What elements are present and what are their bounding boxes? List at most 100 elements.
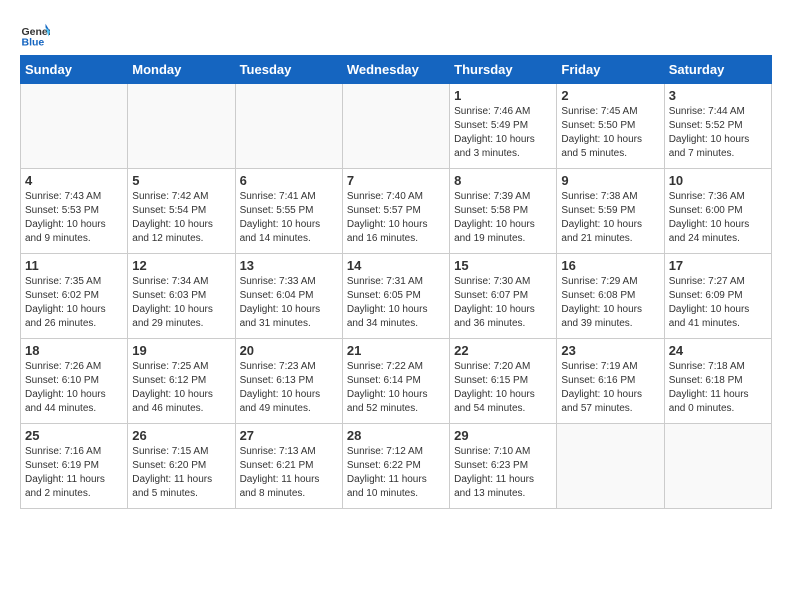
calendar-week-1: 1Sunrise: 7:46 AM Sunset: 5:49 PM Daylig… (21, 84, 772, 169)
day-number: 19 (132, 343, 230, 358)
day-number: 18 (25, 343, 123, 358)
calendar-cell: 16 Sunrise: 7:29 AM Sunset: 6:08 PM Dayli… (557, 254, 664, 339)
day-number: 22 (454, 343, 552, 358)
day-number: 10 (669, 173, 767, 188)
weekday-header-monday: Monday (128, 56, 235, 84)
day-number: 14 (347, 258, 445, 273)
day-number: 23 (561, 343, 659, 358)
day-number: 8 (454, 173, 552, 188)
calendar-cell: 23 Sunrise: 7:19 AM Sunset: 6:16 PM Dayli… (557, 339, 664, 424)
calendar-cell: 8 Sunrise: 7:39 AM Sunset: 5:58 PM Daylig… (450, 169, 557, 254)
calendar-cell: 5 Sunrise: 7:42 AM Sunset: 5:54 PM Daylig… (128, 169, 235, 254)
calendar-cell: 19 Sunrise: 7:25 AM Sunset: 6:12 PM Dayli… (128, 339, 235, 424)
calendar-cell: 2Sunrise: 7:45 AM Sunset: 5:50 PM Daylig… (557, 84, 664, 169)
day-info: Sunrise: 7:15 AM Sunset: 6:20 PM Dayligh… (132, 445, 230, 501)
day-info: Sunrise: 7:40 AM Sunset: 5:57 PM Dayligh… (347, 190, 445, 246)
calendar-cell: 20Sunrise: 7:23 AM Sunset: 6:13 PM Dayli… (235, 339, 342, 424)
day-info: Sunrise: 7:27 AM Sunset: 6:09 PM Dayligh… (669, 275, 767, 331)
day-info: Sunrise: 7:29 AM Sunset: 6:08 PM Dayligh… (561, 275, 659, 331)
calendar-cell: 22 Sunrise: 7:20 AM Sunset: 6:15 PM Dayli… (450, 339, 557, 424)
day-number: 27 (240, 428, 338, 443)
day-number: 16 (561, 258, 659, 273)
day-number: 24 (669, 343, 767, 358)
day-number: 17 (669, 258, 767, 273)
calendar-cell: 28 Sunrise: 7:12 AM Sunset: 6:22 PM Dayli… (342, 424, 449, 509)
calendar-cell: 10 Sunrise: 7:36 AM Sunset: 6:00 PM Dayli… (664, 169, 771, 254)
day-number: 20 (240, 343, 338, 358)
calendar-cell (235, 84, 342, 169)
day-number: 12 (132, 258, 230, 273)
day-number: 28 (347, 428, 445, 443)
day-number: 4 (25, 173, 123, 188)
calendar-cell: 27 Sunrise: 7:13 AM Sunset: 6:21 PM Dayli… (235, 424, 342, 509)
calendar-cell: 13 Sunrise: 7:33 AM Sunset: 6:04 PM Dayli… (235, 254, 342, 339)
calendar-cell: 21 Sunrise: 7:22 AM Sunset: 6:14 PM Dayli… (342, 339, 449, 424)
calendar-cell (128, 84, 235, 169)
calendar-cell: 3 Sunrise: 7:44 AM Sunset: 5:52 PM Daylig… (664, 84, 771, 169)
calendar-cell: 9 Sunrise: 7:38 AM Sunset: 5:59 PM Daylig… (557, 169, 664, 254)
day-info: Sunrise: 7:39 AM Sunset: 5:58 PM Dayligh… (454, 190, 552, 246)
day-number: 25 (25, 428, 123, 443)
logo-icon: General Blue (20, 20, 50, 50)
day-number: 9 (561, 173, 659, 188)
weekday-header-saturday: Saturday (664, 56, 771, 84)
day-info: Sunrise: 7:19 AM Sunset: 6:16 PM Dayligh… (561, 360, 659, 416)
day-info: Sunrise: 7:35 AM Sunset: 6:02 PM Dayligh… (25, 275, 123, 331)
calendar-cell: 6 Sunrise: 7:41 AM Sunset: 5:55 PM Daylig… (235, 169, 342, 254)
logo: General Blue (20, 20, 54, 50)
day-info: Sunrise: 7:10 AM Sunset: 6:23 PM Dayligh… (454, 445, 552, 501)
day-info: Sunrise: 7:36 AM Sunset: 6:00 PM Dayligh… (669, 190, 767, 246)
calendar-cell: 14 Sunrise: 7:31 AM Sunset: 6:05 PM Dayli… (342, 254, 449, 339)
day-info: Sunrise: 7:16 AM Sunset: 6:19 PM Dayligh… (25, 445, 123, 501)
day-number: 21 (347, 343, 445, 358)
calendar-week-2: 4 Sunrise: 7:43 AM Sunset: 5:53 PM Daylig… (21, 169, 772, 254)
calendar-cell: 1Sunrise: 7:46 AM Sunset: 5:49 PM Daylig… (450, 84, 557, 169)
day-info: Sunrise: 7:42 AM Sunset: 5:54 PM Dayligh… (132, 190, 230, 246)
day-number: 2 (561, 88, 659, 103)
calendar-cell: 11 Sunrise: 7:35 AM Sunset: 6:02 PM Dayli… (21, 254, 128, 339)
day-number: 3 (669, 88, 767, 103)
day-number: 5 (132, 173, 230, 188)
day-info: Sunrise: 7:26 AM Sunset: 6:10 PM Dayligh… (25, 360, 123, 416)
day-info: Sunrise: 7:34 AM Sunset: 6:03 PM Dayligh… (132, 275, 230, 331)
calendar-cell: 18 Sunrise: 7:26 AM Sunset: 6:10 PM Dayli… (21, 339, 128, 424)
weekday-header-row: SundayMondayTuesdayWednesdayThursdayFrid… (21, 56, 772, 84)
day-number: 13 (240, 258, 338, 273)
calendar-cell: 15 Sunrise: 7:30 AM Sunset: 6:07 PM Dayli… (450, 254, 557, 339)
day-info: Sunrise: 7:43 AM Sunset: 5:53 PM Dayligh… (25, 190, 123, 246)
page-header: General Blue (20, 20, 772, 50)
day-info: Sunrise: 7:25 AM Sunset: 6:12 PM Dayligh… (132, 360, 230, 416)
day-info: Sunrise: 7:31 AM Sunset: 6:05 PM Dayligh… (347, 275, 445, 331)
day-number: 6 (240, 173, 338, 188)
day-number: 26 (132, 428, 230, 443)
calendar-cell (21, 84, 128, 169)
calendar-cell: 12 Sunrise: 7:34 AM Sunset: 6:03 PM Dayli… (128, 254, 235, 339)
day-info: Sunrise: 7:41 AM Sunset: 5:55 PM Dayligh… (240, 190, 338, 246)
weekday-header-friday: Friday (557, 56, 664, 84)
day-info: Sunrise: 7:38 AM Sunset: 5:59 PM Dayligh… (561, 190, 659, 246)
day-info: Sunrise: 7:18 AM Sunset: 6:18 PM Dayligh… (669, 360, 767, 416)
calendar-cell (664, 424, 771, 509)
day-info: Sunrise: 7:12 AM Sunset: 6:22 PM Dayligh… (347, 445, 445, 501)
calendar-cell: 17 Sunrise: 7:27 AM Sunset: 6:09 PM Dayli… (664, 254, 771, 339)
weekday-header-sunday: Sunday (21, 56, 128, 84)
calendar-cell: 7Sunrise: 7:40 AM Sunset: 5:57 PM Daylig… (342, 169, 449, 254)
day-info: Sunrise: 7:20 AM Sunset: 6:15 PM Dayligh… (454, 360, 552, 416)
day-info: Sunrise: 7:44 AM Sunset: 5:52 PM Dayligh… (669, 105, 767, 161)
day-number: 15 (454, 258, 552, 273)
calendar-cell: 26 Sunrise: 7:15 AM Sunset: 6:20 PM Dayli… (128, 424, 235, 509)
calendar-week-4: 18 Sunrise: 7:26 AM Sunset: 6:10 PM Dayli… (21, 339, 772, 424)
weekday-header-tuesday: Tuesday (235, 56, 342, 84)
day-info: Sunrise: 7:22 AM Sunset: 6:14 PM Dayligh… (347, 360, 445, 416)
day-info: Sunrise: 7:13 AM Sunset: 6:21 PM Dayligh… (240, 445, 338, 501)
weekday-header-wednesday: Wednesday (342, 56, 449, 84)
day-info: Sunrise: 7:30 AM Sunset: 6:07 PM Dayligh… (454, 275, 552, 331)
calendar-cell: 29Sunrise: 7:10 AM Sunset: 6:23 PM Dayli… (450, 424, 557, 509)
svg-text:Blue: Blue (22, 37, 45, 49)
calendar-week-3: 11 Sunrise: 7:35 AM Sunset: 6:02 PM Dayli… (21, 254, 772, 339)
day-info: Sunrise: 7:33 AM Sunset: 6:04 PM Dayligh… (240, 275, 338, 331)
calendar-week-5: 25 Sunrise: 7:16 AM Sunset: 6:19 PM Dayli… (21, 424, 772, 509)
calendar-cell: 24 Sunrise: 7:18 AM Sunset: 6:18 PM Dayli… (664, 339, 771, 424)
calendar-table: SundayMondayTuesdayWednesdayThursdayFrid… (20, 55, 772, 509)
day-number: 11 (25, 258, 123, 273)
